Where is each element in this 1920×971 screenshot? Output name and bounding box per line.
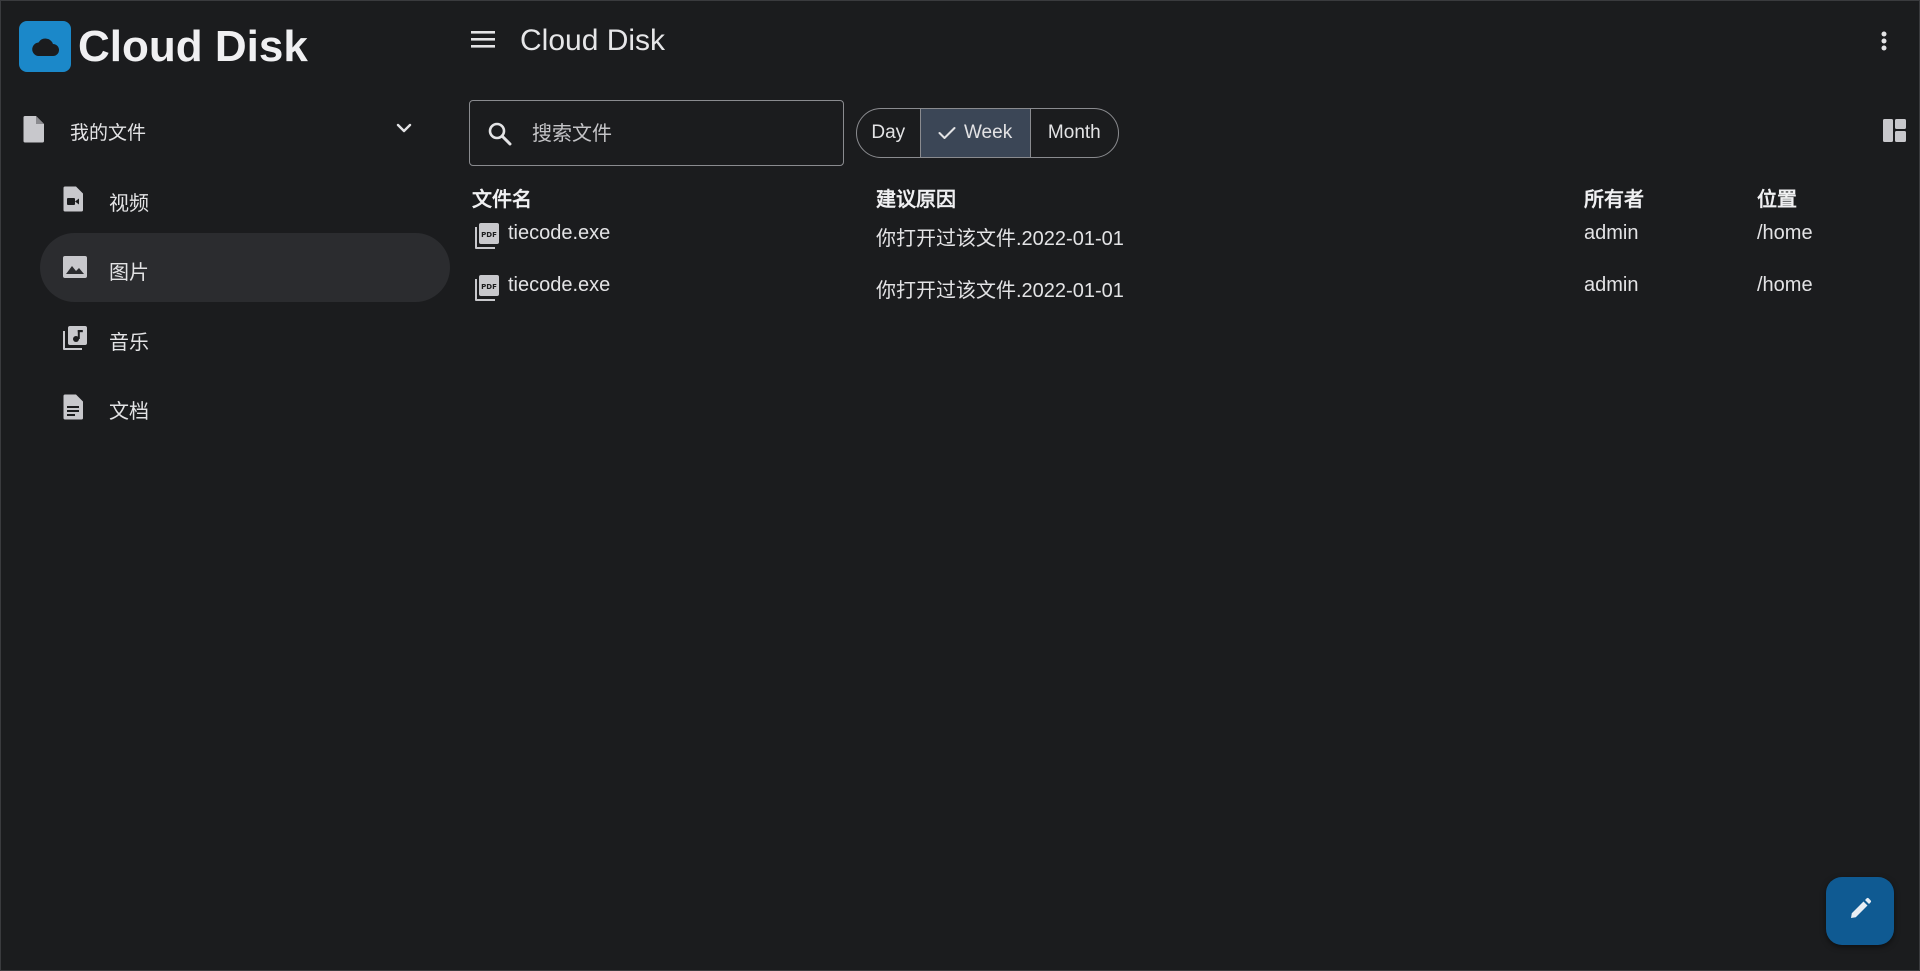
video-file-icon (62, 186, 86, 217)
document-icon (62, 394, 86, 425)
svg-text:PDF: PDF (481, 283, 497, 291)
menu-icon[interactable] (470, 28, 500, 54)
range-day-label: Day (871, 122, 906, 143)
more-vert-icon[interactable] (1872, 28, 1896, 56)
file-name: tiecode.exe (508, 222, 611, 244)
cloud-icon (19, 21, 71, 72)
sidebar-item-music[interactable]: 音乐 (40, 303, 450, 372)
file-icon (22, 115, 46, 148)
sidebar-item-images[interactable]: 图片 (40, 233, 450, 302)
search-box[interactable] (469, 100, 844, 166)
search-input[interactable] (532, 119, 822, 149)
range-day-button[interactable]: Day (857, 109, 921, 157)
file-name: tiecode.exe (508, 274, 611, 296)
app-name: Cloud Disk (78, 21, 308, 71)
sidebar-item-label: 音乐 (109, 332, 149, 354)
table-row[interactable]: PDF tiecode.exe 你打开过该文件.2022-01-01 admin… (470, 274, 1900, 326)
file-owner: admin (1584, 274, 1639, 296)
search-icon (487, 121, 513, 152)
file-owner: admin (1584, 222, 1639, 244)
check-icon (938, 126, 956, 140)
sidebar-item-label: 视频 (109, 193, 149, 215)
sidebar-item-videos[interactable]: 视频 (40, 164, 450, 233)
svg-text:PDF: PDF (481, 231, 497, 239)
chevron-down-icon[interactable] (394, 118, 414, 143)
table-row[interactable]: PDF tiecode.exe 你打开过该文件.2022-01-01 admin… (470, 222, 1900, 274)
column-header-name[interactable]: 文件名 (472, 183, 532, 212)
music-library-icon (62, 325, 88, 356)
column-header-owner[interactable]: 所有者 (1584, 183, 1644, 212)
sidebar-my-files-label: 我的文件 (70, 123, 147, 144)
app-logo: Cloud Disk (19, 21, 308, 72)
pdf-icon: PDF (474, 274, 500, 307)
edit-icon (1847, 896, 1873, 927)
range-week-label: Week (963, 122, 1013, 143)
sidebar-item-documents[interactable]: 文档 (40, 372, 450, 441)
range-week-button[interactable]: Week (920, 109, 1031, 157)
file-location: /home (1757, 274, 1813, 296)
file-reason: 你打开过该文件.2022-01-01 (876, 280, 1124, 302)
column-header-reason[interactable]: 建议原因 (876, 183, 956, 212)
sidebar-item-label: 图片 (109, 262, 149, 284)
page-title: Cloud Disk (520, 24, 666, 57)
sidebar-item-label: 文档 (109, 401, 149, 423)
file-reason: 你打开过该文件.2022-01-01 (876, 228, 1124, 250)
file-location: /home (1757, 222, 1813, 244)
pdf-icon: PDF (474, 222, 500, 255)
layout-toggle-icon[interactable] (1882, 118, 1907, 143)
sidebar-my-files[interactable]: 我的文件 (0, 103, 452, 155)
image-icon (62, 255, 88, 284)
range-month-label: Month (1047, 122, 1101, 143)
time-range-toggle: Day Week Month (856, 108, 1119, 158)
column-header-location[interactable]: 位置 (1757, 183, 1797, 212)
edit-fab-button[interactable] (1826, 877, 1894, 945)
range-month-button[interactable]: Month (1031, 109, 1118, 157)
